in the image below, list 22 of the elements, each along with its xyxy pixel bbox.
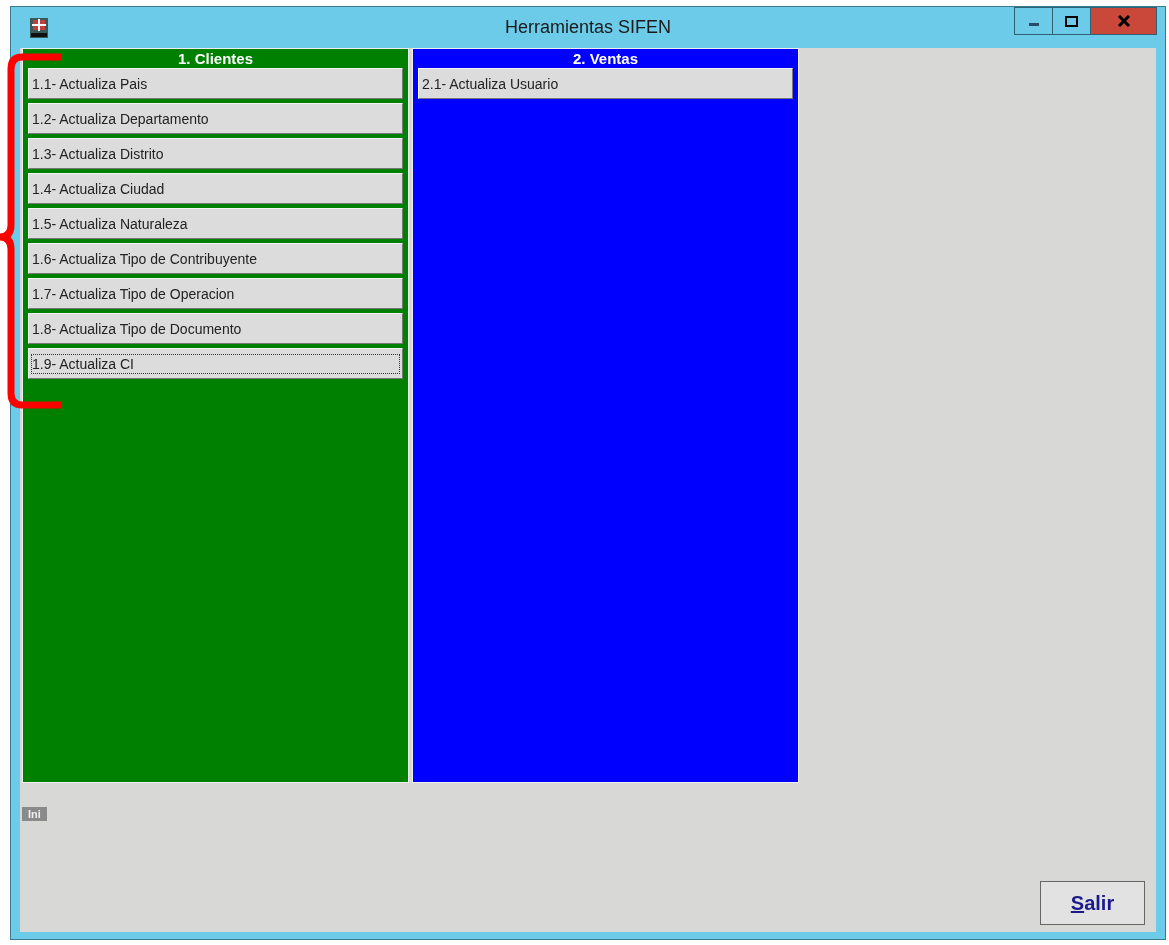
panel-title: 1. Clientes xyxy=(177,49,254,68)
menu-button[interactable]: 1.6- Actualiza Tipo de Contribuyente xyxy=(28,243,403,274)
minimize-icon xyxy=(1028,22,1039,26)
menu-button[interactable]: 1.3- Actualiza Distrito xyxy=(28,138,403,169)
close-icon xyxy=(1116,15,1131,27)
close-button[interactable] xyxy=(1090,7,1157,35)
status-tag: Ini xyxy=(22,807,47,821)
menu-button[interactable]: 1.4- Actualiza Ciudad xyxy=(28,173,403,204)
menu-button[interactable]: 1.7- Actualiza Tipo de Operacion xyxy=(28,278,403,309)
menu-button[interactable]: 1.2- Actualiza Departamento xyxy=(28,103,403,134)
menu-button[interactable]: 1.9- Actualiza CI xyxy=(28,348,403,379)
panel-title: 2. Ventas xyxy=(571,49,639,68)
maximize-icon xyxy=(1065,15,1078,27)
menu-button[interactable]: 1.1- Actualiza Pais xyxy=(28,68,403,99)
menu-button[interactable]: 1.8- Actualiza Tipo de Documento xyxy=(28,313,403,344)
menu-button[interactable]: 2.1- Actualiza Usuario xyxy=(418,68,793,99)
maximize-button[interactable] xyxy=(1052,7,1091,35)
menu-button[interactable]: 1.5- Actualiza Naturaleza xyxy=(28,208,403,239)
exit-button[interactable]: Salir xyxy=(1040,881,1145,925)
window-title: Herramientas SIFEN xyxy=(505,17,671,38)
app-icon xyxy=(29,16,49,39)
minimize-button[interactable] xyxy=(1014,7,1053,35)
